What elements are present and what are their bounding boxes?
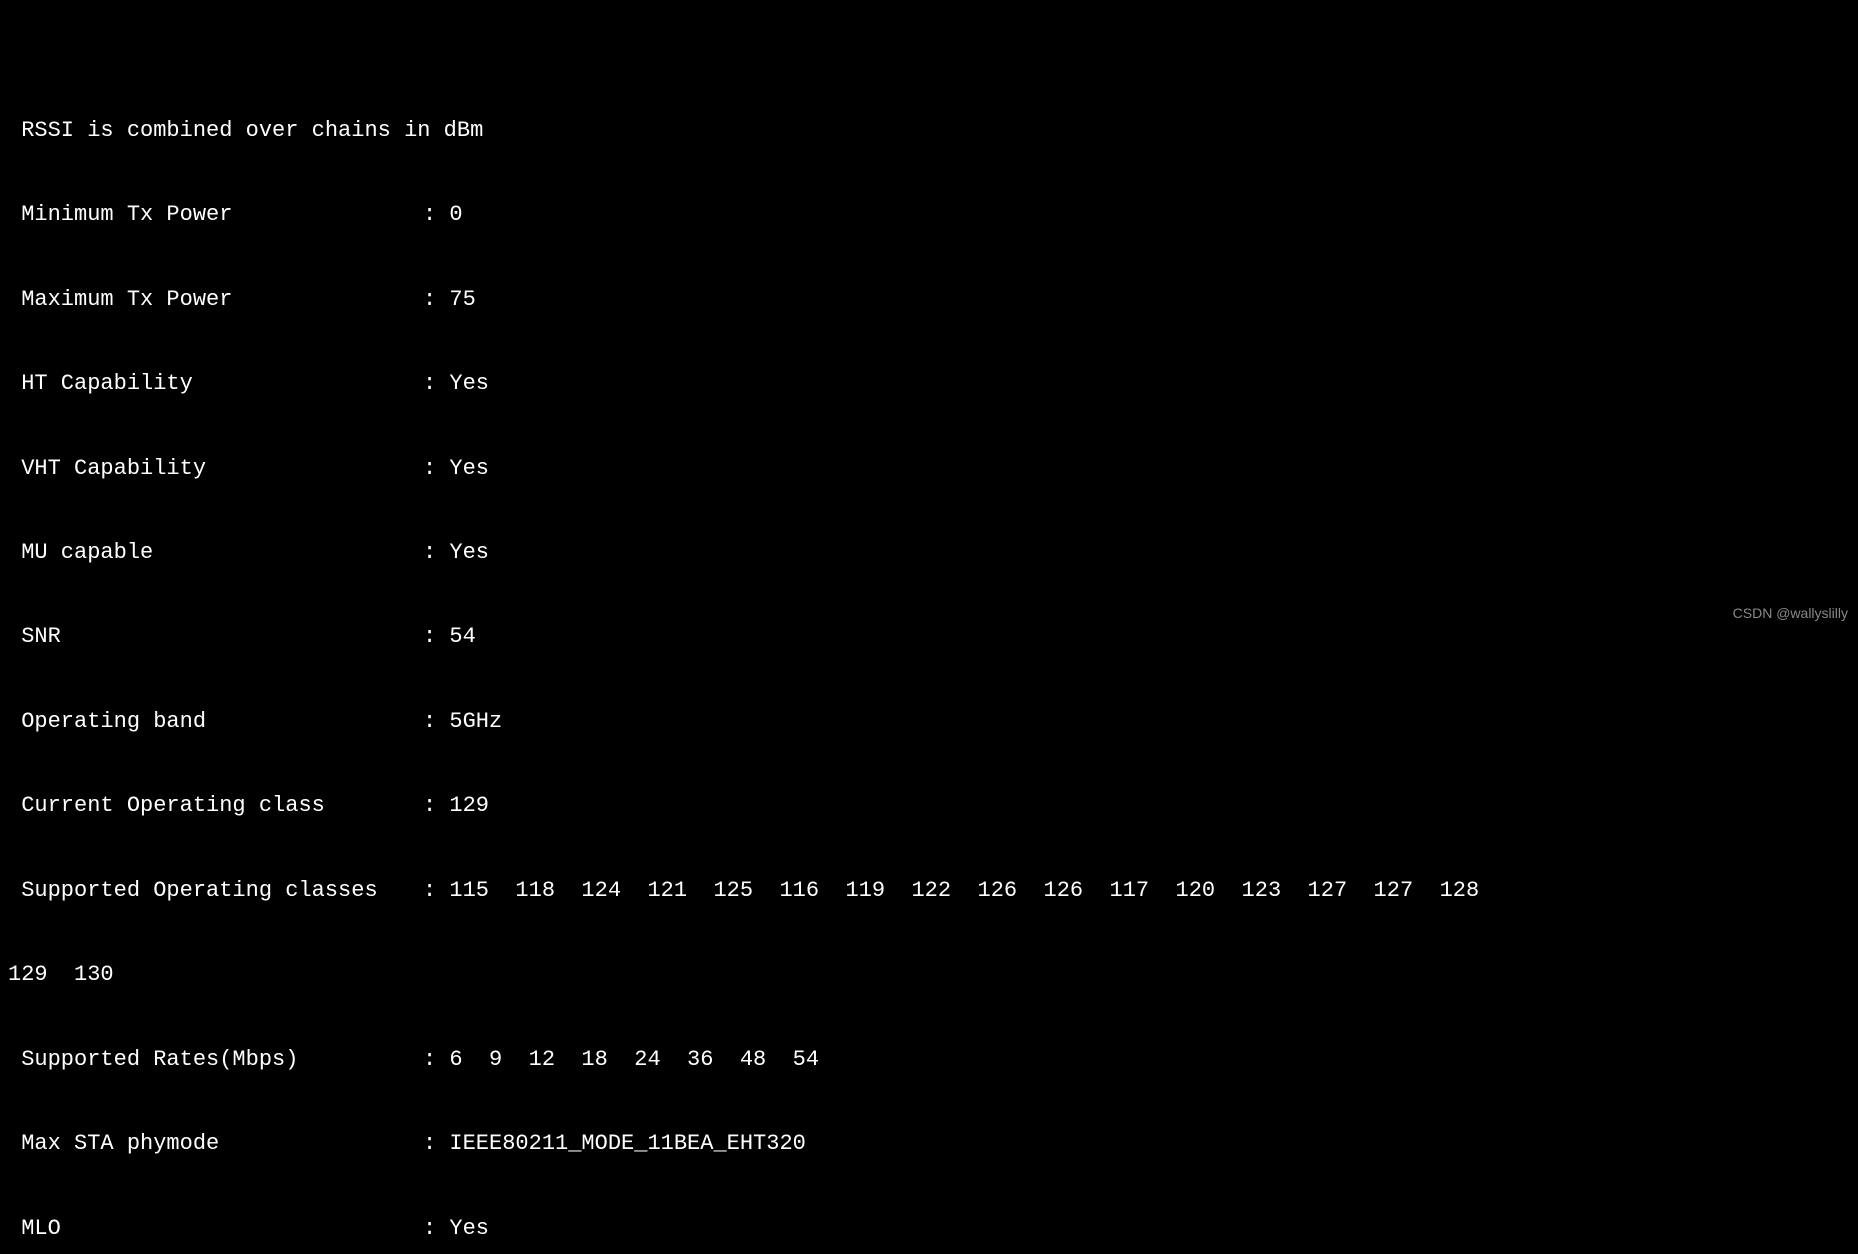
- kv-separator: :: [423, 792, 449, 820]
- snr-label: SNR: [8, 623, 423, 651]
- min-tx-power-label: Minimum Tx Power: [8, 201, 423, 229]
- operating-band-label: Operating band: [8, 708, 423, 736]
- vht-capability-row: VHT Capability: Yes: [8, 455, 1850, 483]
- vht-capability-value: Yes: [449, 455, 489, 483]
- mu-capable-value: Yes: [449, 539, 489, 567]
- kv-separator: :: [423, 1215, 449, 1243]
- max-sta-phymode-row: Max STA phymode: IEEE80211_MODE_11BEA_EH…: [8, 1130, 1850, 1158]
- kv-separator: :: [423, 1130, 449, 1158]
- snr-value: 54: [449, 623, 475, 651]
- ht-capability-value: Yes: [449, 370, 489, 398]
- mlo-value: Yes: [449, 1215, 489, 1243]
- watermark-text: CSDN @wallyslilly: [1733, 605, 1848, 623]
- current-op-class-row: Current Operating class: 129: [8, 792, 1850, 820]
- operating-band-row: Operating band: 5GHz: [8, 708, 1850, 736]
- current-op-class-value: 129: [449, 792, 489, 820]
- min-tx-power-row: Minimum Tx Power: 0: [8, 201, 1850, 229]
- mlo-label: MLO: [8, 1215, 423, 1243]
- supported-rates-row: Supported Rates(Mbps): 6 9 12 18 24 36 4…: [8, 1046, 1850, 1074]
- vht-capability-label: VHT Capability: [8, 455, 423, 483]
- max-tx-power-row: Maximum Tx Power: 75: [8, 286, 1850, 314]
- kv-separator: :: [423, 623, 449, 651]
- max-tx-power-label: Maximum Tx Power: [8, 286, 423, 314]
- max-sta-phymode-label: Max STA phymode: [8, 1130, 423, 1158]
- current-op-class-label: Current Operating class: [8, 792, 423, 820]
- supported-op-classes-row: Supported Operating classes: 115 118 124…: [8, 877, 1850, 905]
- mu-capable-row: MU capable: Yes: [8, 539, 1850, 567]
- rssi-note-line: RSSI is combined over chains in dBm: [8, 117, 1850, 145]
- snr-row: SNR: 54: [8, 623, 1850, 651]
- mlo-row: MLO: Yes: [8, 1215, 1850, 1243]
- kv-separator: :: [423, 539, 449, 567]
- supported-op-classes-label: Supported Operating classes: [8, 877, 423, 905]
- min-tx-power-value: 0: [449, 201, 462, 229]
- supported-rates-label: Supported Rates(Mbps): [8, 1046, 423, 1074]
- kv-separator: :: [423, 370, 449, 398]
- ht-capability-row: HT Capability: Yes: [8, 370, 1850, 398]
- max-sta-phymode-value: IEEE80211_MODE_11BEA_EHT320: [449, 1130, 805, 1158]
- kv-separator: :: [423, 455, 449, 483]
- mu-capable-label: MU capable: [8, 539, 423, 567]
- ht-capability-label: HT Capability: [8, 370, 423, 398]
- kv-separator: :: [423, 1046, 449, 1074]
- kv-separator: :: [423, 708, 449, 736]
- supported-op-classes-value: 115 118 124 121 125 116 119 122 126 126 …: [449, 877, 1479, 905]
- kv-separator: :: [423, 201, 449, 229]
- operating-band-value: 5GHz: [449, 708, 502, 736]
- kv-separator: :: [423, 877, 449, 905]
- supported-op-classes-continuation: 129 130: [8, 961, 1850, 989]
- supported-rates-value: 6 9 12 18 24 36 48 54: [449, 1046, 819, 1074]
- max-tx-power-value: 75: [449, 286, 475, 314]
- kv-separator: :: [423, 286, 449, 314]
